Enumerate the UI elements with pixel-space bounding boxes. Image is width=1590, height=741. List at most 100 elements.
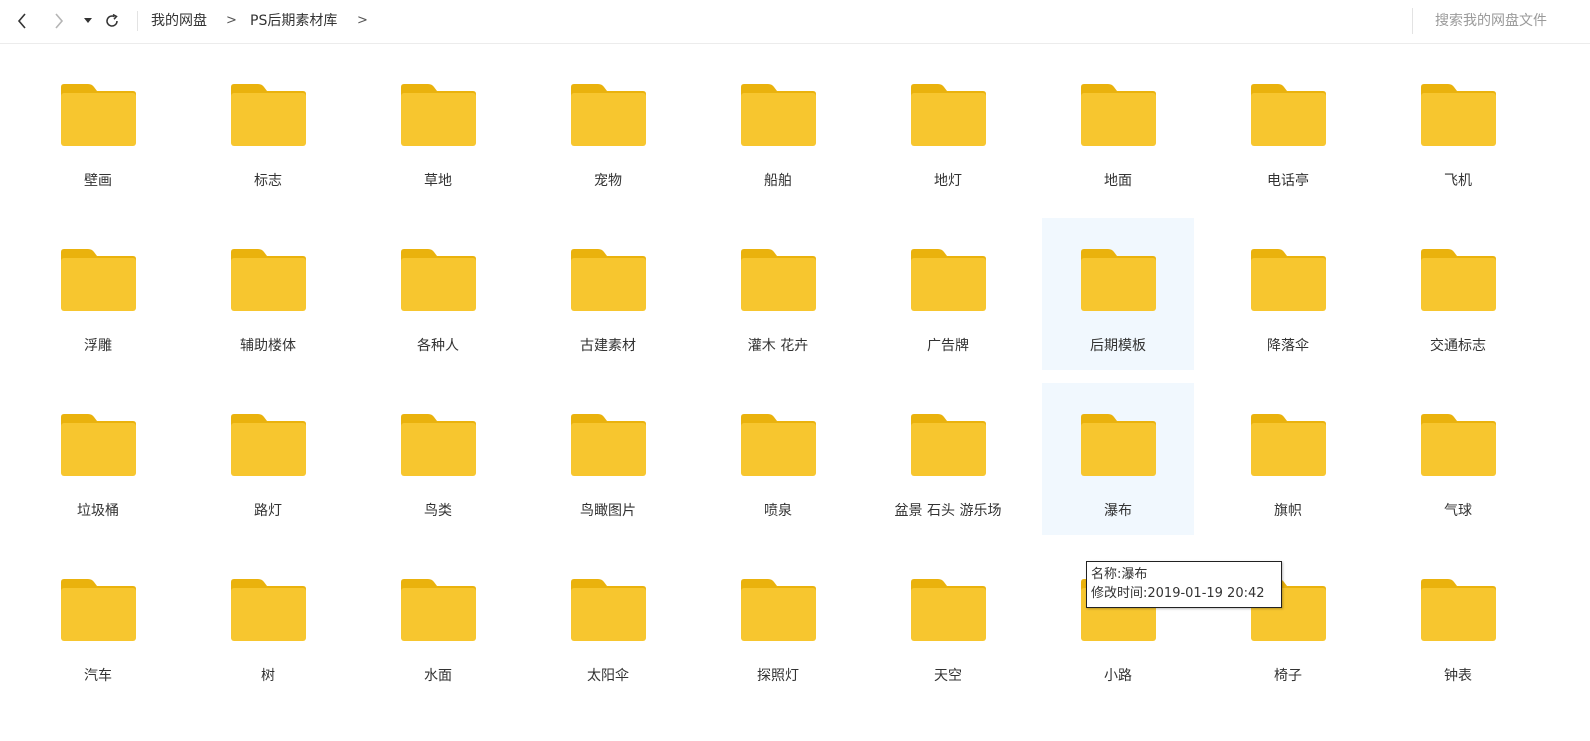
folder-label: 小路 xyxy=(1104,668,1132,684)
folder-label: 电话亭 xyxy=(1267,173,1309,189)
folder-icon xyxy=(230,84,306,146)
folder-label: 盆景 石头 游乐场 xyxy=(894,503,1002,519)
folder-icon xyxy=(740,414,816,476)
folder-item[interactable]: 地面 xyxy=(1042,53,1194,205)
folder-label: 各种人 xyxy=(417,338,459,354)
folder-icon xyxy=(60,84,136,146)
folder-label: 交通标志 xyxy=(1430,338,1486,354)
refresh-icon xyxy=(104,13,120,29)
forward-button[interactable] xyxy=(49,11,69,31)
folder-item[interactable]: 汽车 xyxy=(22,548,174,700)
folder-item[interactable]: 水面 xyxy=(362,548,514,700)
folder-label: 汽车 xyxy=(84,668,112,684)
folder-label: 古建素材 xyxy=(580,338,636,354)
folder-icon xyxy=(1420,249,1496,311)
folder-item[interactable]: 各种人 xyxy=(362,218,514,370)
folder-item[interactable]: 辅助楼体 xyxy=(192,218,344,370)
history-dropdown-button[interactable] xyxy=(78,11,98,31)
folder-item[interactable]: 太阳伞 xyxy=(532,548,684,700)
folder-icon xyxy=(1420,579,1496,641)
folder-item[interactable]: 旗帜 xyxy=(1212,383,1364,535)
folder-item[interactable]: 宠物 xyxy=(532,53,684,205)
folder-item[interactable]: 电话亭 xyxy=(1212,53,1364,205)
folder-item[interactable]: 飞机 xyxy=(1382,53,1534,205)
folder-item[interactable]: 气球 xyxy=(1382,383,1534,535)
folder-item[interactable]: 标志 xyxy=(192,53,344,205)
folder-item[interactable]: 探照灯 xyxy=(702,548,854,700)
folder-icon xyxy=(910,84,986,146)
folder-label: 路灯 xyxy=(254,503,282,519)
folder-icon xyxy=(230,249,306,311)
folder-label: 灌木 花卉 xyxy=(747,338,809,354)
folder-label: 垃圾桶 xyxy=(77,503,119,519)
search-input[interactable] xyxy=(1412,8,1584,34)
folder-icon xyxy=(60,249,136,311)
folder-item[interactable]: 降落伞 xyxy=(1212,218,1364,370)
folder-item[interactable]: 地灯 xyxy=(872,53,1024,205)
folder-icon xyxy=(1250,249,1326,311)
folder-item[interactable]: 草地 xyxy=(362,53,514,205)
tooltip-name: 名称:瀑布 xyxy=(1091,567,1148,582)
folder-item[interactable]: 交通标志 xyxy=(1382,218,1534,370)
folder-label: 后期模板 xyxy=(1090,338,1146,354)
folder-item[interactable]: 钟表 xyxy=(1382,548,1534,700)
folder-label: 辅助楼体 xyxy=(240,338,296,354)
folder-label: 瀑布 xyxy=(1104,503,1132,519)
folder-icon xyxy=(400,579,476,641)
folder-tooltip: 名称:瀑布 修改时间:2019-01-19 20:42 xyxy=(1086,561,1282,608)
folder-item[interactable]: 浮雕 xyxy=(22,218,174,370)
folder-item[interactable]: 鸟瞰图片 xyxy=(532,383,684,535)
tooltip-modified-time: 修改时间:2019-01-19 20:42 xyxy=(1091,586,1265,601)
folder-label: 宠物 xyxy=(594,173,622,189)
folder-icon xyxy=(740,249,816,311)
folder-item[interactable]: 喷泉 xyxy=(702,383,854,535)
folder-label: 树 xyxy=(261,668,275,684)
folder-label: 飞机 xyxy=(1444,173,1472,189)
toolbar-divider xyxy=(137,11,138,31)
folder-icon xyxy=(570,84,646,146)
folder-item[interactable]: 路灯 xyxy=(192,383,344,535)
folder-grid: 壁画 标志 草地 宠物 船舶 地灯 地面 电话亭 飞机浮雕 辅助楼体 各种人 古建素材 灌木 花卉 广告牌… xyxy=(22,53,1534,700)
folder-item[interactable]: 瀑布 xyxy=(1042,383,1194,535)
folder-item[interactable]: 垃圾桶 xyxy=(22,383,174,535)
folder-label: 太阳伞 xyxy=(587,668,629,684)
folder-item[interactable]: 盆景 石头 游乐场 xyxy=(872,383,1024,535)
breadcrumb-item-root[interactable]: 我的网盘 xyxy=(151,12,207,30)
toolbar: 我的网盘 > PS后期素材库 > xyxy=(0,0,1590,44)
folder-label: 椅子 xyxy=(1274,668,1302,684)
folder-label: 鸟类 xyxy=(424,503,452,519)
folder-item[interactable]: 古建素材 xyxy=(532,218,684,370)
folder-icon xyxy=(400,249,476,311)
folder-icon xyxy=(570,249,646,311)
folder-label: 喷泉 xyxy=(764,503,792,519)
folder-item[interactable]: 船舶 xyxy=(702,53,854,205)
folder-label: 气球 xyxy=(1444,503,1472,519)
breadcrumb-item-current[interactable]: PS后期素材库 xyxy=(250,12,337,30)
folder-label: 降落伞 xyxy=(1267,338,1309,354)
folder-label: 鸟瞰图片 xyxy=(580,503,636,519)
folder-item[interactable]: 鸟类 xyxy=(362,383,514,535)
folder-icon xyxy=(60,579,136,641)
folder-item[interactable]: 灌木 花卉 xyxy=(702,218,854,370)
folder-item[interactable]: 壁画 xyxy=(22,53,174,205)
folder-label: 标志 xyxy=(254,173,282,189)
folder-label: 壁画 xyxy=(84,173,112,189)
back-button[interactable] xyxy=(12,11,32,31)
folder-item[interactable]: 后期模板 xyxy=(1042,218,1194,370)
folder-icon xyxy=(60,414,136,476)
folder-label: 天空 xyxy=(934,668,962,684)
folder-icon xyxy=(1080,249,1156,311)
folder-icon xyxy=(910,249,986,311)
folder-icon xyxy=(1080,84,1156,146)
folder-label: 旗帜 xyxy=(1274,503,1302,519)
folder-icon xyxy=(1420,414,1496,476)
folder-item[interactable]: 天空 xyxy=(872,548,1024,700)
chevron-left-icon xyxy=(16,13,28,29)
folder-label: 钟表 xyxy=(1444,668,1472,684)
folder-icon xyxy=(910,579,986,641)
folder-item[interactable]: 树 xyxy=(192,548,344,700)
folder-item[interactable]: 广告牌 xyxy=(872,218,1024,370)
folder-icon xyxy=(570,414,646,476)
refresh-button[interactable] xyxy=(102,11,122,31)
folder-icon xyxy=(230,414,306,476)
